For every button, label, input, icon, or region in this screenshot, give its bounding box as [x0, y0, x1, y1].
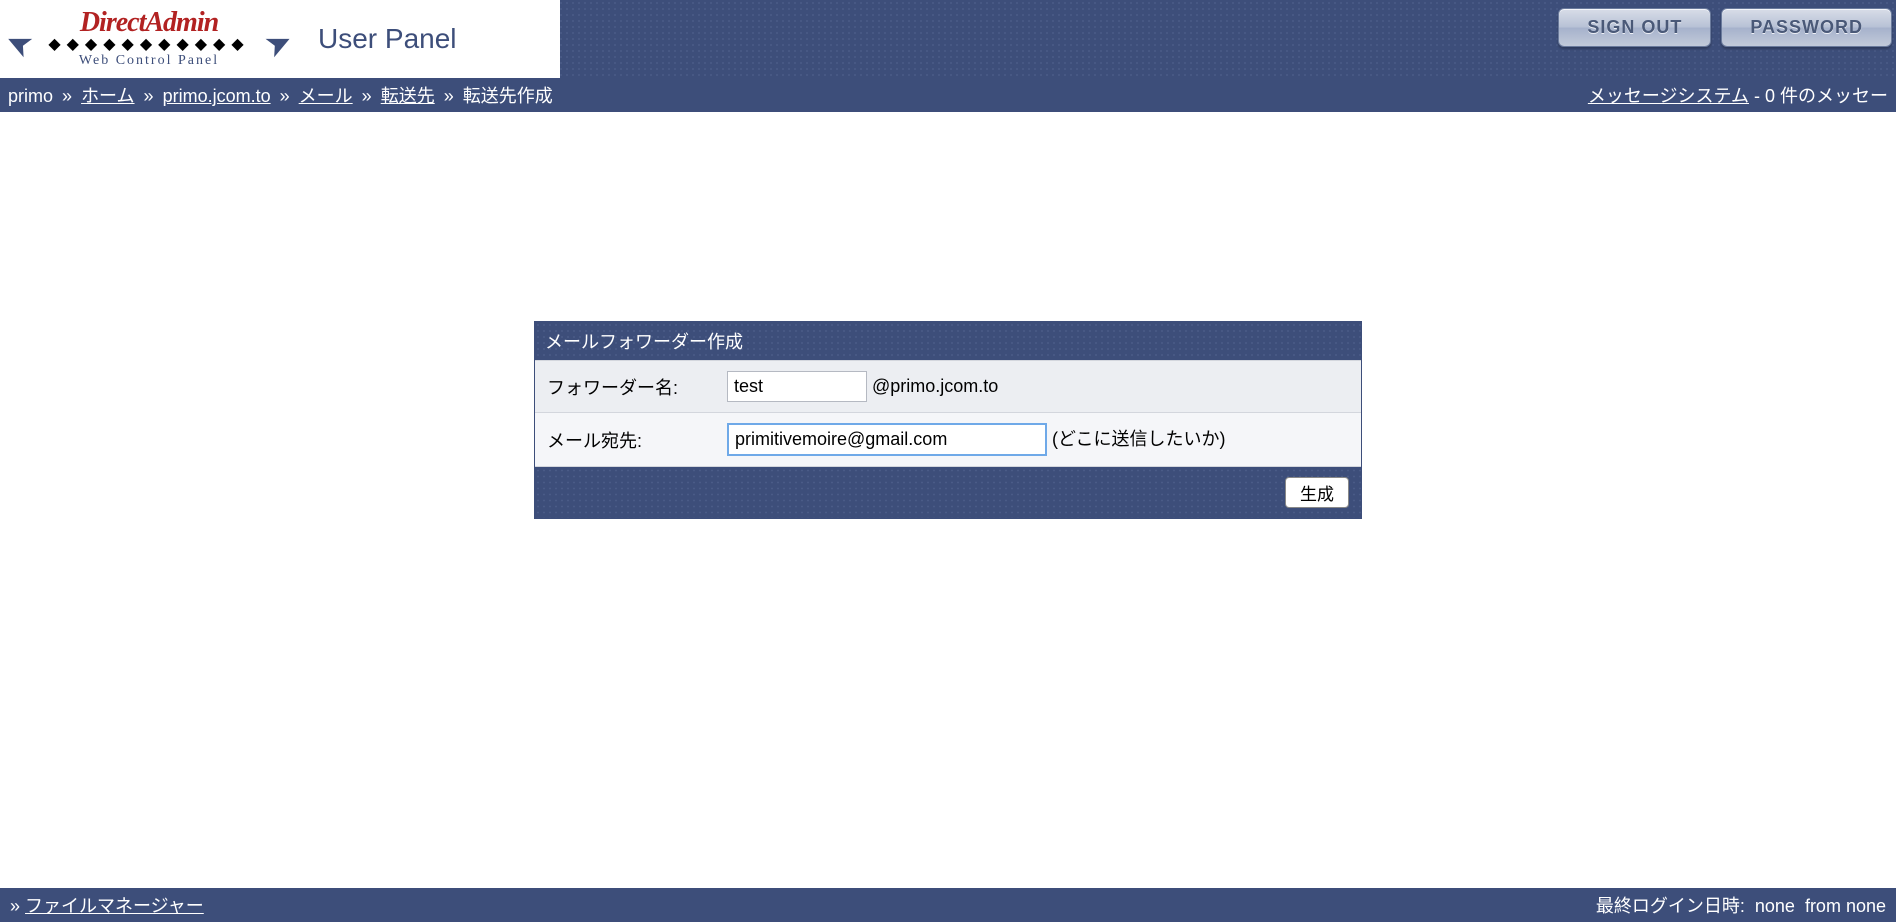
- last-login-from-value: none: [1846, 896, 1886, 916]
- footer-right: 最終ログイン日時: none from none: [1596, 892, 1886, 918]
- forwarder-name-cell: @primo.jcom.to: [715, 361, 1361, 413]
- message-sep: -: [1749, 86, 1765, 106]
- signout-button[interactable]: SIGN OUT: [1558, 8, 1711, 47]
- destination-input[interactable]: [727, 423, 1047, 456]
- message-suffix: 件のメッセー: [1775, 86, 1888, 106]
- logo-area: ➤ DirectAdmin ◆◆◆◆◆◆◆◆◆◆◆ Web Control Pa…: [0, 0, 560, 78]
- breadcrumb-bar: primo » ホーム » primo.jcom.to » メール » 転送先 …: [0, 78, 1896, 112]
- breadcrumb-sep: »: [358, 86, 376, 106]
- breadcrumb-mail[interactable]: メール: [299, 86, 353, 106]
- header-buttons: SIGN OUT PASSWORD: [1558, 8, 1896, 47]
- breadcrumb-user: primo: [8, 86, 53, 106]
- panel-title: User Panel: [318, 23, 457, 55]
- create-button[interactable]: 生成: [1285, 477, 1349, 508]
- header-bar: ➤ DirectAdmin ◆◆◆◆◆◆◆◆◆◆◆ Web Control Pa…: [0, 0, 1896, 78]
- breadcrumb-current: 転送先作成: [463, 86, 553, 106]
- breadcrumb-domain[interactable]: primo.jcom.to: [163, 86, 271, 106]
- breadcrumb: primo » ホーム » primo.jcom.to » メール » 転送先 …: [8, 82, 553, 108]
- breadcrumb-forwarders[interactable]: 転送先: [381, 86, 435, 106]
- password-button[interactable]: PASSWORD: [1721, 8, 1892, 47]
- logo-subtitle: Web Control Panel: [79, 53, 219, 69]
- breadcrumb-sep: »: [58, 86, 76, 106]
- footer-sep: »: [10, 896, 20, 916]
- footer-bar: » ファイルマネージャー 最終ログイン日時: none from none: [0, 888, 1896, 922]
- logo-title: DirectAdmin: [80, 9, 218, 37]
- last-login-from-label: from: [1805, 896, 1841, 916]
- forwarder-form: メールフォワーダー作成 フォワーダー名: @primo.jcom.to メール宛…: [535, 322, 1361, 518]
- message-system-area: メッセージシステム - 0 件のメッセー: [1588, 82, 1888, 108]
- forwarder-name-label: フォワーダー名:: [535, 361, 715, 413]
- message-system-link[interactable]: メッセージシステム: [1588, 86, 1749, 106]
- form-footer: 生成: [535, 467, 1361, 519]
- logo-dots-icon: ◆◆◆◆◆◆◆◆◆◆◆: [48, 39, 249, 50]
- form-title: メールフォワーダー作成: [535, 322, 1361, 361]
- destination-label: メール宛先:: [535, 413, 715, 467]
- breadcrumb-home[interactable]: ホーム: [81, 86, 134, 106]
- forwarder-domain-suffix: @primo.jcom.to: [872, 376, 998, 396]
- logo: ➤ DirectAdmin ◆◆◆◆◆◆◆◆◆◆◆ Web Control Pa…: [10, 9, 288, 68]
- destination-hint: (どこに送信したいか): [1052, 429, 1225, 449]
- breadcrumb-sep: »: [276, 86, 294, 106]
- arrow-right-icon: ➤: [260, 23, 298, 63]
- filemanager-link[interactable]: ファイルマネージャー: [25, 896, 204, 916]
- destination-cell: (どこに送信したいか): [715, 413, 1361, 467]
- last-login-value: none: [1755, 896, 1795, 916]
- forwarder-name-input[interactable]: [727, 371, 867, 402]
- breadcrumb-sep: »: [140, 86, 158, 106]
- breadcrumb-sep: »: [440, 86, 458, 106]
- footer-left: » ファイルマネージャー: [10, 892, 204, 918]
- message-count: 0: [1765, 86, 1775, 106]
- arrow-left-icon: ➤: [0, 23, 38, 63]
- main-content: メールフォワーダー作成 フォワーダー名: @primo.jcom.to メール宛…: [0, 112, 1896, 518]
- last-login-label: 最終ログイン日時:: [1596, 896, 1745, 916]
